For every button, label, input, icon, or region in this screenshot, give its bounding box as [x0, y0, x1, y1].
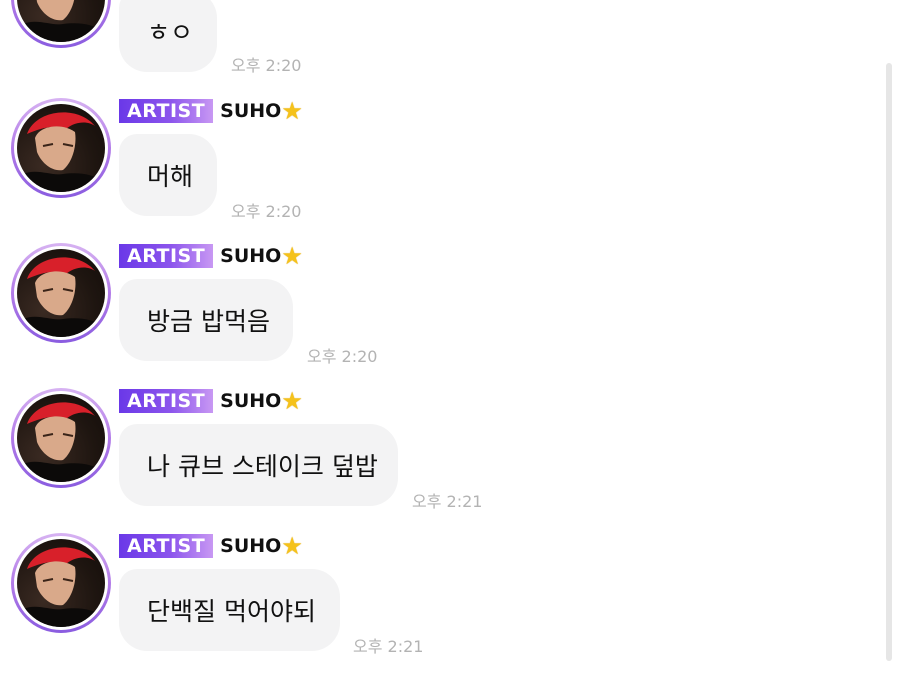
star-icon: ★	[281, 97, 303, 125]
chat-message: ARTIST SUHO ★ 방금 밥먹음 오후 2:20	[0, 243, 870, 366]
artist-badge: ARTIST	[119, 99, 214, 123]
star-icon: ★	[281, 242, 303, 270]
message-timestamp: 오후 2:20	[307, 347, 378, 366]
sender-name[interactable]: SUHO	[220, 245, 281, 267]
chat-message: ㅎㅇ 오후 2:20	[0, 0, 870, 75]
artist-badge: ARTIST	[119, 389, 214, 413]
message-bubble[interactable]: 방금 밥먹음	[119, 279, 293, 361]
avatar[interactable]	[11, 388, 111, 488]
message-bubble[interactable]: 머해	[119, 134, 217, 216]
message-text: 단백질 먹어야되	[147, 597, 316, 626]
message-text: 방금 밥먹음	[147, 307, 270, 336]
message-timestamp: 오후 2:20	[231, 202, 302, 221]
avatar[interactable]	[11, 533, 111, 633]
star-icon: ★	[281, 532, 303, 560]
scrollbar[interactable]	[886, 63, 892, 661]
message-text: 머해	[147, 162, 194, 191]
message-bubble[interactable]: 단백질 먹어야되	[119, 569, 340, 651]
sender-header: ARTIST SUHO ★	[119, 243, 303, 269]
chat-message: ARTIST SUHO ★ 나 큐브 스테이크 덮밥 오후 2:21	[0, 388, 870, 511]
chat-message: ARTIST SUHO ★ 머해 오후 2:20	[0, 98, 870, 221]
avatar[interactable]	[11, 98, 111, 198]
artist-badge: ARTIST	[119, 244, 214, 268]
chat-message: ARTIST SUHO ★ 단백질 먹어야되 오후 2:21	[0, 533, 870, 656]
chat-thread: ㅎㅇ 오후 2:20 ARTIST SUHO ★ 머해 오후 2:20 ARTI…	[0, 0, 900, 677]
message-text: 나 큐브 스테이크 덮밥	[147, 452, 378, 481]
message-text: ㅎㅇ	[147, 18, 194, 47]
message-timestamp: 오후 2:21	[412, 492, 483, 511]
sender-header: ARTIST SUHO ★	[119, 533, 303, 559]
avatar[interactable]	[11, 243, 111, 343]
message-timestamp: 오후 2:20	[231, 56, 302, 75]
artist-badge: ARTIST	[119, 534, 214, 558]
sender-header: ARTIST SUHO ★	[119, 388, 303, 414]
message-timestamp: 오후 2:21	[353, 637, 424, 656]
sender-name[interactable]: SUHO	[220, 390, 281, 412]
star-icon: ★	[281, 387, 303, 415]
sender-name[interactable]: SUHO	[220, 100, 281, 122]
avatar[interactable]	[11, 0, 111, 48]
message-bubble[interactable]: ㅎㅇ	[119, 0, 217, 72]
sender-header: ARTIST SUHO ★	[119, 98, 303, 124]
message-bubble[interactable]: 나 큐브 스테이크 덮밥	[119, 424, 398, 506]
sender-name[interactable]: SUHO	[220, 535, 281, 557]
